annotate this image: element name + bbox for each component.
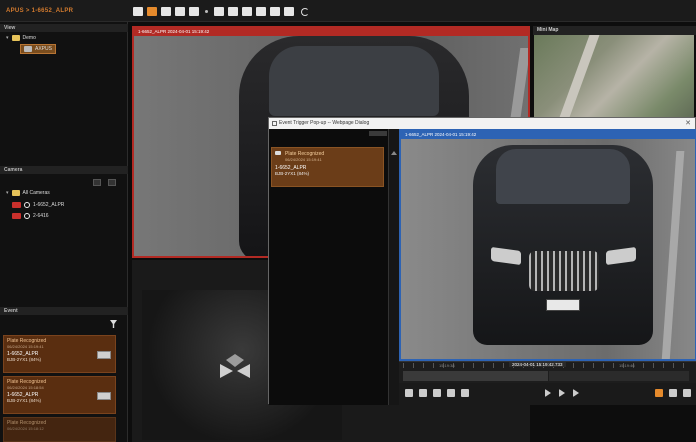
view-tree-root[interactable]: ▾ Demo: [6, 35, 36, 41]
event-time: 06/24/2024 15:18:12: [7, 426, 44, 431]
collapse-arrow-icon[interactable]: ▾: [6, 35, 9, 41]
camera-item-1[interactable]: 1-6652_ALPR: [12, 202, 64, 208]
license-plate: [546, 299, 580, 311]
bookmark-button[interactable]: [433, 389, 441, 397]
popup-list-button[interactable]: [369, 131, 387, 136]
layout-1-plus-7-button[interactable]: [228, 7, 238, 16]
popup-video-player[interactable]: 1-6652_ALPR 2024-04-01 15:19:42: [399, 129, 696, 361]
timeline-tick-label: 15:19:46: [619, 363, 635, 368]
playback-controls: [399, 383, 696, 405]
view-tree-item-label: AXPUS: [35, 46, 52, 52]
fullscreen-button[interactable]: [683, 389, 691, 397]
server-icon: [24, 46, 32, 52]
event-card[interactable]: Plate Recognized 06/24/2024 15:18:54 1-6…: [3, 376, 116, 414]
timeline-recorded-segment[interactable]: [403, 371, 548, 381]
video-title-bar: 1-6652_ALPR 2024-04-01 15:19:42: [134, 28, 528, 36]
event-panel-header: Event: [0, 307, 128, 315]
event-card[interactable]: Plate Recognized 06/24/2024 15:19:41 1-6…: [3, 335, 116, 373]
layout-fullscreen-button[interactable]: [270, 7, 280, 16]
play-button[interactable]: [545, 389, 551, 397]
watermark-logo-icon: [220, 354, 250, 378]
layout-4x4-button[interactable]: [175, 7, 185, 16]
event-thumbnail[interactable]: [97, 392, 111, 400]
layout-toolbar: [133, 7, 309, 16]
popup-event-plate: BJB-2YX1 (84%): [275, 171, 310, 176]
recording-indicator-icon: [12, 202, 21, 208]
folder-icon: [11, 35, 20, 41]
event-popup-dialog[interactable]: Event Trigger Pop-up -- Webpage Dialog ✕…: [268, 117, 696, 405]
refresh-icon[interactable]: [301, 7, 309, 16]
vehicle-windshield: [269, 46, 439, 116]
event-thumbnail[interactable]: [97, 351, 111, 359]
view-panel-header: View: [0, 24, 128, 32]
vehicle-windshield: [496, 149, 630, 204]
layout-1-plus-12-button[interactable]: [242, 7, 252, 16]
view-tree-item-selected[interactable]: AXPUS: [20, 44, 56, 54]
mini-map[interactable]: [534, 35, 694, 120]
snapshot-button[interactable]: [405, 389, 413, 397]
map-road: [558, 35, 600, 120]
timeline-remaining-segment[interactable]: [549, 371, 689, 381]
popup-video-title-bar: 1-6652_ALPR 2024-04-01 15:19:42: [401, 131, 695, 139]
live-mode-button[interactable]: [655, 389, 663, 397]
export-button[interactable]: [419, 389, 427, 397]
folder-icon: [11, 190, 20, 196]
scroll-up-arrow-icon[interactable]: [391, 151, 397, 155]
camera-tree-root-label: All Cameras: [22, 190, 50, 196]
audio-button[interactable]: [669, 389, 677, 397]
layout-2x2-button[interactable]: [147, 7, 157, 16]
view-tree-root-label: Demo: [22, 35, 36, 41]
layout-3x3-button[interactable]: [161, 7, 171, 16]
layout-sequence-button[interactable]: [284, 7, 294, 16]
top-bar: APUS > 1-6652_ALPR: [0, 0, 696, 22]
left-sidebar: View ▾ Demo AXPUS Camera ▾ All Cameras 1…: [0, 22, 128, 442]
camera-search-button[interactable]: [93, 179, 101, 186]
timeline-current-time: 2024-04-01 15:19:42.733: [509, 362, 566, 367]
camera-icon: [24, 202, 30, 208]
event-card[interactable]: Plate Recognized 06/24/2024 15:18:12: [3, 417, 116, 442]
camera-item-label: 2-6416: [33, 213, 49, 219]
collapse-arrow-icon[interactable]: ▾: [6, 190, 9, 196]
settings-button[interactable]: [461, 389, 469, 397]
close-icon[interactable]: ✕: [685, 119, 691, 127]
popup-titlebar[interactable]: Event Trigger Pop-up -- Webpage Dialog ✕: [269, 118, 695, 129]
window-icon: [272, 121, 277, 126]
camera-item-2[interactable]: 2-6416: [12, 213, 49, 219]
mini-map-header: Mini Map: [533, 26, 696, 35]
popup-event-card[interactable]: Plate Recognized 06/24/2024 15:19:41 1-6…: [271, 147, 384, 187]
camera-item-label: 1-6652_ALPR: [33, 202, 65, 208]
timeline-tick-label: 15:19:38: [439, 363, 455, 368]
camera-icon: [24, 213, 30, 219]
layout-1x1-button[interactable]: [133, 7, 143, 16]
event-time: 06/24/2024 15:19:41: [7, 344, 44, 349]
step-forward-button[interactable]: [559, 389, 565, 397]
camera-tree-root[interactable]: ▾ All Cameras: [6, 190, 50, 196]
popup-event-time: 06/24/2024 15:19:41: [285, 157, 322, 162]
car-icon: [275, 151, 281, 155]
layout-1-plus-5-button[interactable]: [214, 7, 224, 16]
event-time: 06/24/2024 15:18:54: [7, 385, 44, 390]
zoom-button[interactable]: [447, 389, 455, 397]
toolbar-separator: [205, 10, 208, 13]
vehicle-grille: [529, 251, 599, 291]
layout-2-plus-8-button[interactable]: [256, 7, 266, 16]
camera-options-button[interactable]: [108, 179, 116, 186]
recording-indicator-icon: [12, 213, 21, 219]
camera-panel-header: Camera: [0, 166, 128, 174]
popup-scrollbar[interactable]: [389, 129, 399, 405]
app-title: APUS > 1-6652_ALPR: [6, 8, 74, 14]
fast-forward-button[interactable]: [573, 389, 579, 397]
playback-timeline[interactable]: 15:19:38 2024-04-01 15:19:42.733 15:19:4…: [399, 361, 696, 383]
layout-custom-button[interactable]: [189, 7, 199, 16]
popup-title: Event Trigger Pop-up -- Webpage Dialog: [279, 120, 370, 126]
popup-event-list: Plate Recognized 06/24/2024 15:19:41 1-6…: [269, 129, 389, 405]
filter-icon[interactable]: [110, 320, 117, 328]
